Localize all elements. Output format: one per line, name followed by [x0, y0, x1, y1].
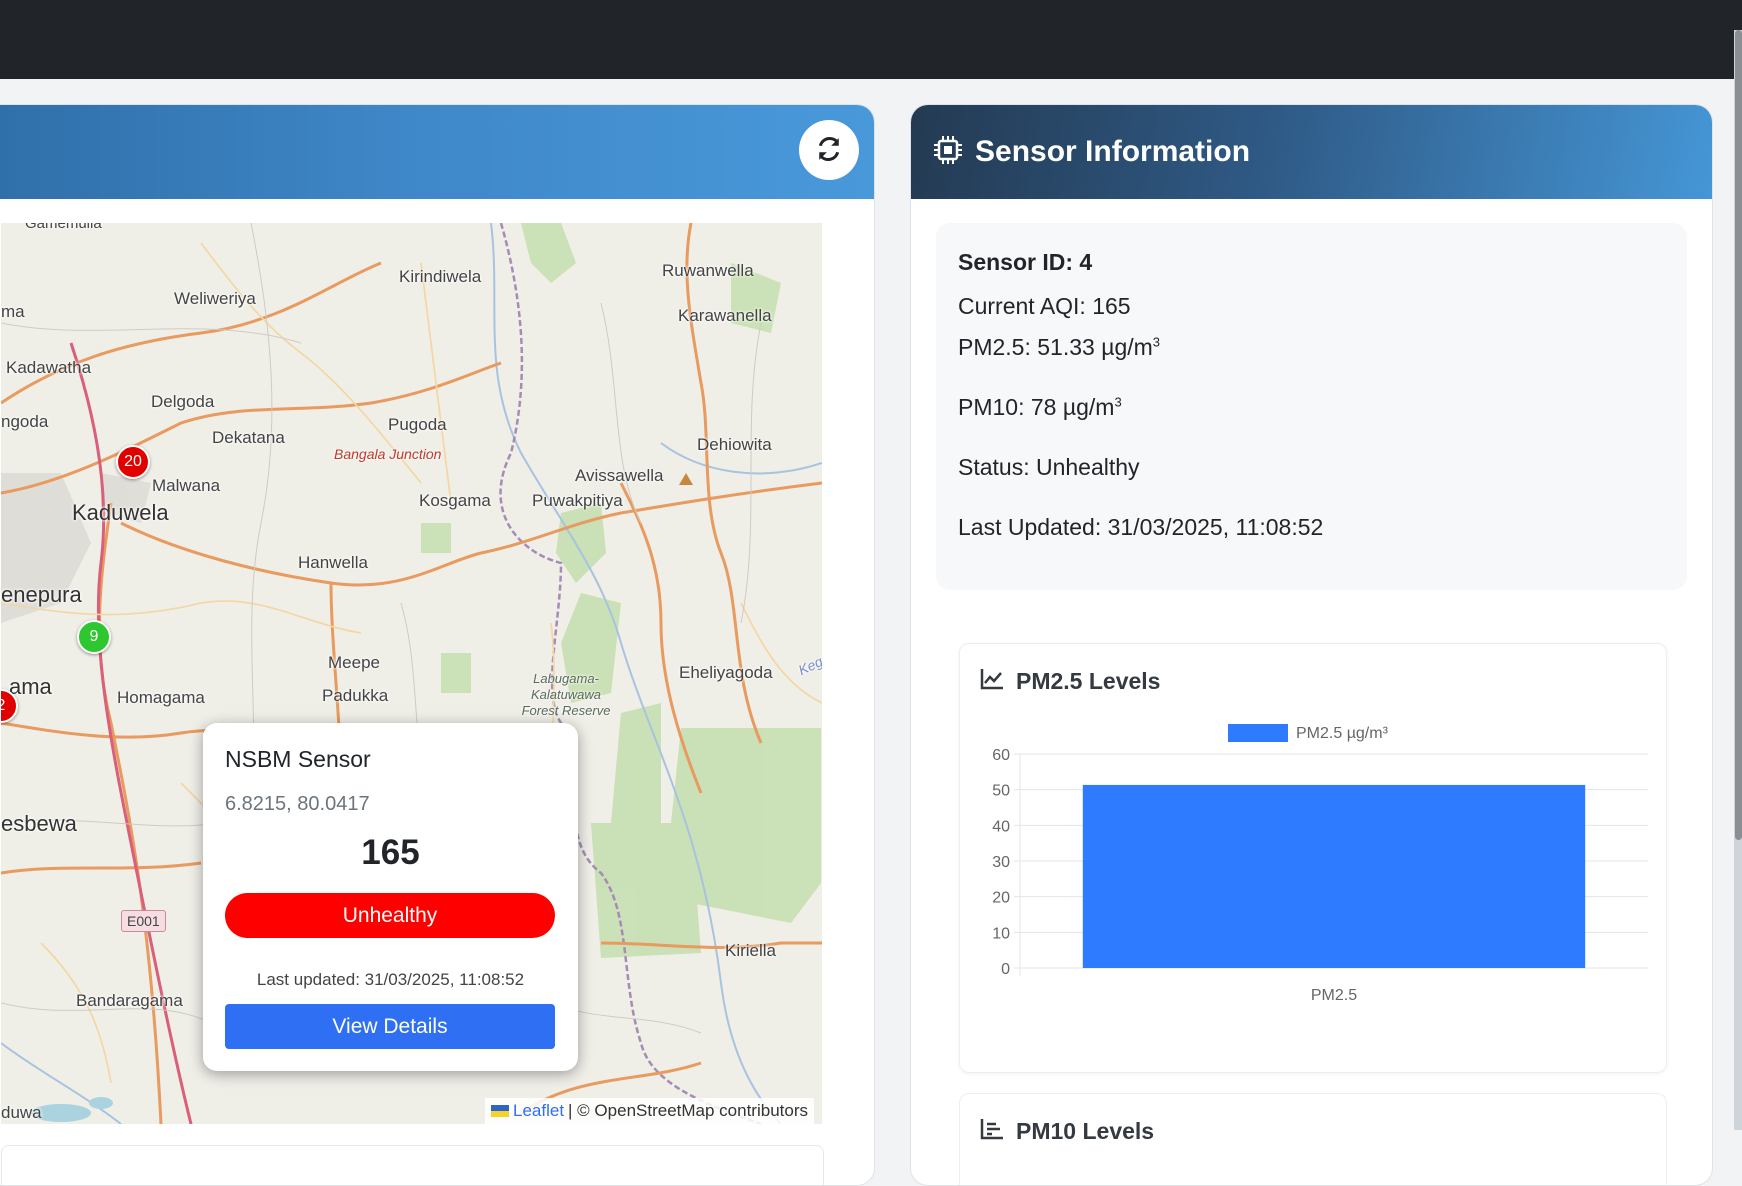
current-aqi: Current AQI: 165: [958, 293, 1131, 319]
popup-last-updated: Last updated: 31/03/2025, 11:08:52: [256, 970, 525, 989]
map-place: Ruwanwella: [662, 261, 754, 280]
pm25-chart-header: PM2.5 Levels: [980, 668, 1160, 695]
map-place: Dehiowita: [697, 435, 772, 454]
map-place: Puwakpitiya: [532, 491, 623, 510]
marker-label: 9: [89, 628, 99, 645]
unit-superscript: 3: [1152, 334, 1161, 350]
pm25-bar-chart: PM2.5 µg/m³ 0 10 20 30 40 50 60 PM2.5: [992, 724, 1648, 1004]
map-place: Labugama-Kalatuwawa Forest Reserve: [521, 671, 611, 718]
map-place: Gamemulla: [25, 223, 102, 232]
popup-aqi-value: 165: [361, 833, 420, 872]
y-tick-label: 0: [1001, 961, 1010, 978]
sensor-info-card: Sensor Information Sensor ID: 4 Current …: [910, 104, 1713, 1186]
y-tick-label: 40: [992, 818, 1010, 835]
map-place: Meepe: [328, 653, 380, 672]
pm25-text: PM2.5: 51.33 µg/m: [958, 334, 1153, 360]
pm10-reading: PM10: 78 µg/m3: [958, 394, 1122, 421]
map-place: Homagama: [117, 688, 205, 707]
pm10-chart-card: PM10 Levels: [959, 1093, 1667, 1185]
pm25-reading: PM2.5: 51.33 µg/m3: [958, 334, 1160, 361]
map-place: Kosgama: [419, 491, 491, 510]
map-card-header: [0, 105, 874, 199]
map-place: Eheliyagoda: [679, 663, 773, 682]
map-place: duwa: [1, 1103, 42, 1122]
refresh-button[interactable]: [799, 120, 859, 180]
chip-icon: [933, 135, 963, 170]
map-place: Bandaragama: [76, 991, 183, 1010]
road-shield: E001: [121, 910, 166, 932]
sensor-id: Sensor ID: 4: [958, 249, 1093, 275]
map-place: Malwana: [152, 476, 221, 495]
y-tick-label: 60: [992, 747, 1010, 764]
view-details-button[interactable]: View Details: [225, 1004, 555, 1049]
map-place: Weliweriya: [174, 289, 256, 308]
sensor-details-box: Sensor ID: 4 Current AQI: 165 PM2.5: 51.…: [936, 223, 1687, 590]
y-tick-label: 30: [992, 854, 1010, 871]
leaflet-link[interactable]: Leaflet: [513, 1101, 564, 1121]
pm25-chart-card: PM2.5 Levels PM2.5 µg/m³ 0 10 20 30 40 50 60 PM2…: [959, 643, 1667, 1073]
map-place: Hanwella: [298, 553, 368, 572]
bar: [1082, 784, 1586, 968]
map-place: esbewa: [1, 811, 77, 836]
map-place: Delgoda: [151, 392, 215, 411]
pm10-chart-title: PM10 Levels: [1016, 1118, 1155, 1144]
sensor-status: Status: Unhealthy: [958, 454, 1140, 480]
sensor-marker[interactable]: 20: [116, 445, 150, 479]
map-place: Dekatana: [212, 428, 285, 447]
map-place: Kaduwela: [72, 500, 169, 525]
window-scrollbar-thumb[interactable]: [1735, 30, 1742, 840]
refresh-icon: [816, 136, 842, 165]
sensor-info-header: Sensor Information: [911, 105, 1712, 199]
line-chart-icon: [980, 668, 1004, 695]
map-place: Kiriella: [725, 941, 777, 960]
y-tick-label: 10: [992, 925, 1010, 942]
y-tick-label: 50: [992, 783, 1010, 800]
sensor-info-title: Sensor Information: [975, 135, 1251, 168]
map-place: Kadawatha: [6, 358, 92, 377]
popup-status-badge: Unhealthy: [225, 893, 555, 938]
map-lower-card: [1, 1145, 824, 1185]
pm25-chart-title: PM2.5 Levels: [1016, 668, 1161, 694]
pm10-chart-header: PM10 Levels: [980, 1118, 1154, 1145]
map-place: Kirindiwela: [399, 267, 482, 286]
popup-coordinates: 6.8215, 80.0417: [225, 793, 370, 815]
bar-chart-icon: [980, 1118, 1004, 1145]
legend-swatch: [1228, 724, 1288, 742]
popup-title: NSBM Sensor: [225, 746, 371, 772]
map-attribution: Leaflet | © OpenStreetMap contributors: [485, 1098, 814, 1124]
map-place: Padukka: [322, 686, 389, 705]
marker-label: 2: [1, 697, 5, 715]
sensor-marker[interactable]: 9: [77, 620, 111, 654]
map-place: Bangala Junction: [334, 446, 442, 462]
map-place: ma: [1, 302, 25, 321]
map-place: Pugoda: [388, 415, 447, 434]
marker-label: 20: [124, 453, 142, 470]
attribution-text: | © OpenStreetMap contributors: [568, 1101, 808, 1120]
sensor-last-updated: Last Updated: 31/03/2025, 11:08:52: [958, 514, 1324, 540]
map-place: enepura: [1, 582, 82, 607]
map-place: Avissawella: [575, 466, 664, 485]
pm10-text: PM10: 78 µg/m: [958, 394, 1115, 420]
sensor-popup: NSBM Sensor 6.8215, 80.0417 165 Unhealth…: [203, 723, 578, 1071]
map-place: ngoda: [1, 412, 49, 431]
top-navbar: [0, 0, 1742, 79]
legend-label: PM2.5 µg/m³: [1296, 725, 1389, 742]
unit-superscript: 3: [1114, 394, 1122, 410]
x-tick-label: PM2.5: [1311, 987, 1357, 1004]
flag-icon: [491, 1105, 509, 1117]
y-tick-label: 20: [992, 890, 1010, 907]
map-place: Karawanella: [678, 306, 772, 325]
